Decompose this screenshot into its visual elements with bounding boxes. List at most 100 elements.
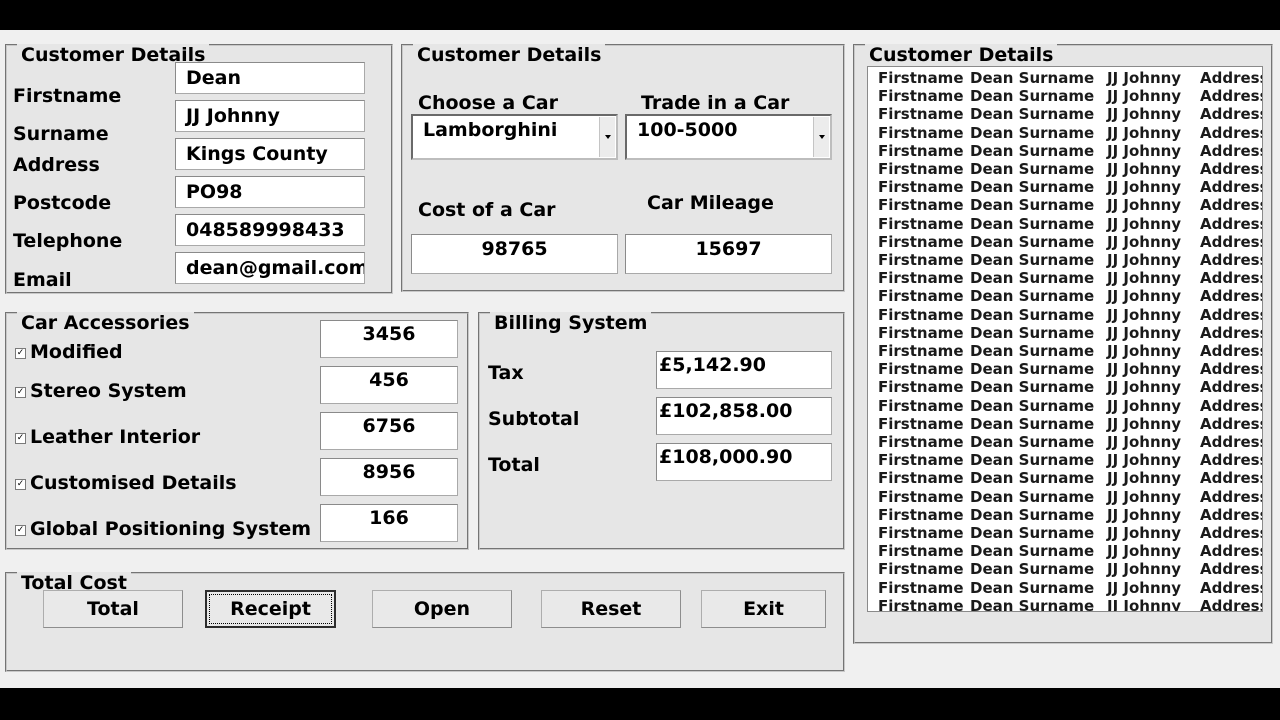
list-item-c3: JJ Johnny xyxy=(1107,578,1182,597)
list-item-c4: Address xyxy=(1200,196,1263,215)
list-item-c2: Dean Surname xyxy=(970,505,1095,524)
customised-details-cost-field[interactable]: 8956 xyxy=(320,458,458,496)
list-item-c2: Dean Surname xyxy=(970,378,1095,397)
subtotal-label: Subtotal xyxy=(488,408,580,430)
list-item-c2: Dean Surname xyxy=(970,269,1095,288)
receipt-listbox[interactable]: Firstname Dean Surname JJ Johnny Address Fir… xyxy=(867,66,1263,612)
list-item-c1: Firstname xyxy=(878,287,964,306)
car-accessories-legend: Car Accessories xyxy=(17,312,194,334)
list-item-c4: Address xyxy=(1200,105,1263,124)
list-item-c1: Firstname xyxy=(878,305,964,324)
list-item-c2: Dean Surname xyxy=(970,251,1095,269)
trade-car-value: 100-5000 xyxy=(637,119,738,141)
leather-interior-cost-field[interactable]: 6756 xyxy=(320,412,458,450)
modified-checkbox[interactable]: ✓ xyxy=(15,348,26,359)
list-item-c2: Dean Surname xyxy=(970,396,1095,415)
list-item-c1: Firstname xyxy=(878,141,964,160)
list-item-c1: Firstname xyxy=(878,269,964,288)
total-button[interactable]: Total xyxy=(43,590,183,628)
list-item-c3: JJ Johnny xyxy=(1107,69,1182,87)
car-mileage-field[interactable]: 15697 xyxy=(625,234,832,274)
list-item-c3: JJ Johnny xyxy=(1107,323,1182,342)
list-item-c3: JJ Johnny xyxy=(1107,87,1182,106)
list-item-c1: Firstname xyxy=(878,524,964,542)
list-item-c2: Dean Surname xyxy=(970,342,1095,360)
list-item-c2: Dean Surname xyxy=(970,69,1095,87)
list-item-c1: Firstname xyxy=(878,578,964,597)
list-item-c2: Dean Surname xyxy=(970,596,1095,612)
list-item-c4: Address xyxy=(1200,251,1263,269)
list-item-c1: Firstname xyxy=(878,251,964,269)
list-item-c3: JJ Johnny xyxy=(1107,469,1182,488)
leather-interior-checkbox[interactable]: ✓ xyxy=(15,433,26,444)
total-field[interactable]: £108,000.90 xyxy=(656,443,832,481)
reset-button[interactable]: Reset xyxy=(541,590,681,628)
choose-car-combobox[interactable]: Lamborghini xyxy=(411,114,618,160)
list-item-c3: JJ Johnny xyxy=(1107,505,1182,524)
list-item-c4: Address xyxy=(1200,414,1263,433)
list-item-c4: Address xyxy=(1200,305,1263,324)
email-field[interactable]: dean@gmail.com xyxy=(175,252,365,284)
list-item-c3: JJ Johnny xyxy=(1107,105,1182,124)
list-item-c1: Firstname xyxy=(878,105,964,124)
list-item-c2: Dean Surname xyxy=(970,232,1095,251)
list-item-c4: Address xyxy=(1200,578,1263,597)
list-item-c3: JJ Johnny xyxy=(1107,414,1182,433)
chevron-down-icon[interactable] xyxy=(599,117,615,157)
receipt-panel-legend: Customer Details xyxy=(865,44,1058,66)
stereo-system-cost-field[interactable]: 456 xyxy=(320,366,458,404)
list-item-c1: Firstname xyxy=(878,87,964,106)
list-item-c3: JJ Johnny xyxy=(1107,396,1182,415)
list-item-c4: Address xyxy=(1200,560,1263,579)
list-item-c4: Address xyxy=(1200,269,1263,288)
list-item-c1: Firstname xyxy=(878,451,964,470)
billing-system-legend: Billing System xyxy=(490,312,652,334)
telephone-field[interactable]: 048589998433 xyxy=(175,214,365,246)
car-details-legend: Customer Details xyxy=(413,44,606,66)
list-item-c3: JJ Johnny xyxy=(1107,524,1182,542)
list-item-c2: Dean Surname xyxy=(970,305,1095,324)
trade-car-combobox[interactable]: 100-5000 xyxy=(625,114,832,160)
cost-car-label: Cost of a Car xyxy=(418,199,556,221)
subtotal-field[interactable]: £102,858.00 xyxy=(656,397,832,435)
receipt-button[interactable]: Receipt xyxy=(205,590,336,628)
list-item-c2: Dean Surname xyxy=(970,560,1095,579)
stereo-system-label: Stereo System xyxy=(30,380,187,402)
list-item-c4: Address xyxy=(1200,524,1263,542)
stereo-system-checkbox[interactable]: ✓ xyxy=(15,387,26,398)
list-item-c4: Address xyxy=(1200,396,1263,415)
list-item-c1: Firstname xyxy=(878,342,964,360)
exit-button[interactable]: Exit xyxy=(701,590,826,628)
list-item-c1: Firstname xyxy=(878,69,964,87)
list-item-c4: Address xyxy=(1200,360,1263,379)
list-item-c2: Dean Surname xyxy=(970,160,1095,178)
customised-details-checkbox[interactable]: ✓ xyxy=(15,479,26,490)
list-item-c1: Firstname xyxy=(878,469,964,488)
gps-checkbox[interactable]: ✓ xyxy=(15,525,26,536)
list-item-c4: Address xyxy=(1200,87,1263,106)
address-field[interactable]: Kings County xyxy=(175,138,365,170)
chevron-down-icon[interactable] xyxy=(813,117,829,157)
list-item-c3: JJ Johnny xyxy=(1107,123,1182,142)
list-item-c4: Address xyxy=(1200,69,1263,87)
list-item-c2: Dean Surname xyxy=(970,123,1095,142)
list-item-c1: Firstname xyxy=(878,560,964,579)
postcode-field[interactable]: PO98 xyxy=(175,176,365,208)
choose-car-label: Choose a Car xyxy=(418,92,558,114)
list-item-c2: Dean Surname xyxy=(970,542,1095,561)
firstname-field[interactable]: Dean xyxy=(175,62,365,94)
list-item-c4: Address xyxy=(1200,342,1263,360)
list-item-c2: Dean Surname xyxy=(970,105,1095,124)
list-item-c2: Dean Surname xyxy=(970,433,1095,451)
open-button[interactable]: Open xyxy=(372,590,512,628)
tax-field[interactable]: £5,142.90 xyxy=(656,351,832,389)
list-item-c1: Firstname xyxy=(878,160,964,178)
modified-cost-field[interactable]: 3456 xyxy=(320,320,458,358)
list-item-c3: JJ Johnny xyxy=(1107,141,1182,160)
tax-label: Tax xyxy=(488,362,524,384)
gps-cost-field[interactable]: 166 xyxy=(320,504,458,542)
list-item-c3: JJ Johnny xyxy=(1107,160,1182,178)
surname-field[interactable]: JJ Johnny xyxy=(175,100,365,132)
cost-car-field[interactable]: 98765 xyxy=(411,234,618,274)
list-item-c3: JJ Johnny xyxy=(1107,232,1182,251)
